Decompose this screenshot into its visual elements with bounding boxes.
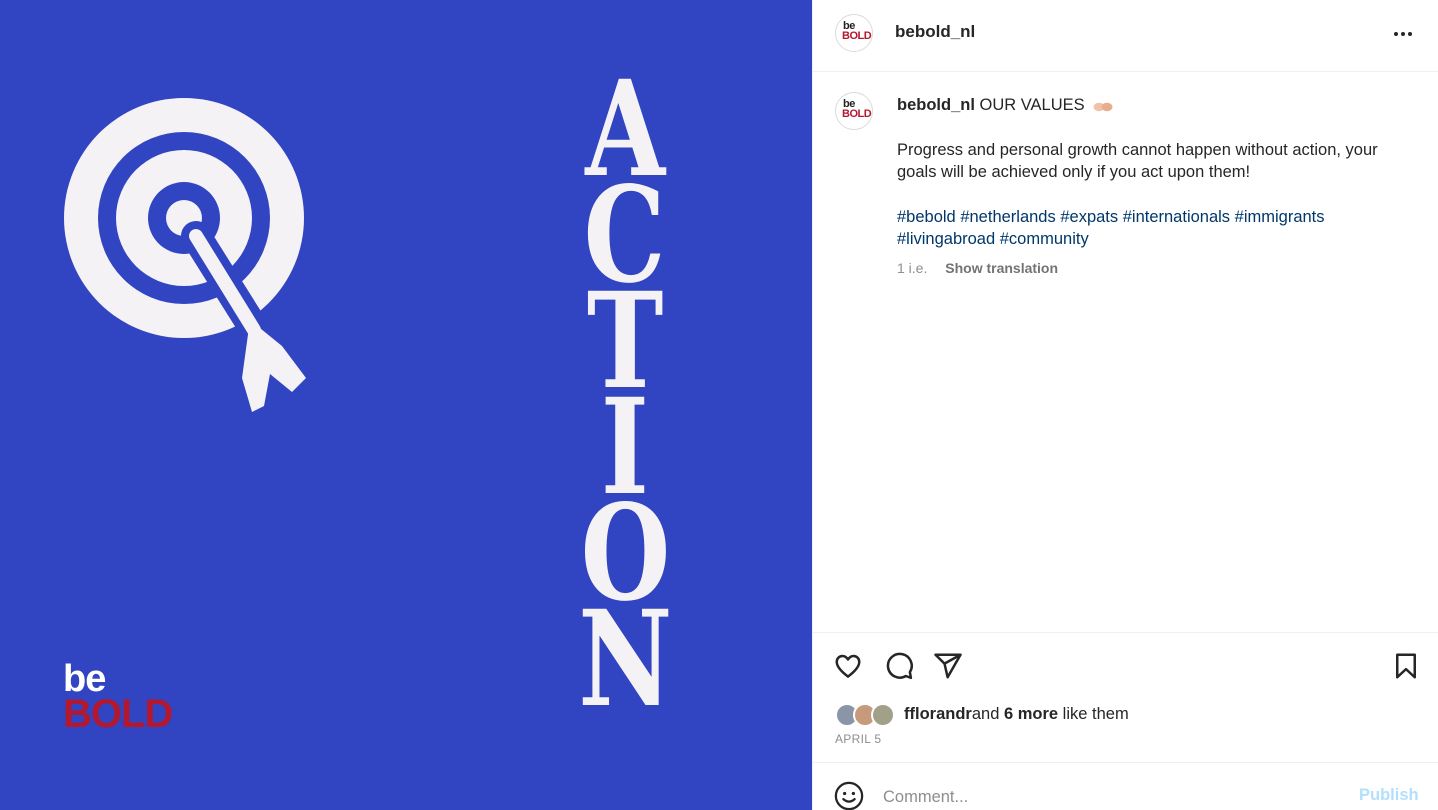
caption-text: bebold_nl OUR VALUES Progress and person… [897,94,1397,251]
post-date[interactable]: APRIL 5 [835,732,881,746]
hashtag-link[interactable]: #netherlands [960,208,1055,226]
caption-headline: OUR VALUES [979,96,1085,114]
hands-emoji-icon [1093,102,1113,112]
hashtag-link[interactable]: #immigrants [1235,208,1325,226]
hashtag-link[interactable]: #bebold [897,208,956,226]
target-arrow-icon [64,98,306,412]
liker-username[interactable]: fflorandr [904,705,972,723]
bebold-logo: be BOLD [63,660,193,740]
caption-body: Progress and personal growth cannot happ… [897,140,1378,182]
action-letter: N [577,582,673,737]
hashtag-link[interactable]: #livingabroad [897,230,995,248]
comment-bar: Publish [813,762,1438,810]
bookmark-icon[interactable] [1390,650,1422,682]
avatar-bold-text: BOLD [842,108,872,120]
post-side-panel: be BOLD bebold_nl be BOLD bebold_nl OUR … [812,0,1438,810]
caption-meta: 1 i.e. Show translation [897,260,1058,276]
more-horizontal-icon[interactable] [1389,22,1417,46]
likes-and-text: and [971,705,1000,723]
comment-input[interactable] [883,785,1343,809]
caption-avatar[interactable]: be BOLD [835,92,873,130]
likes-more-link[interactable]: 6 more [1004,705,1058,723]
actions-bar: fflorandrand 6 more like them APRIL 5 [813,632,1438,762]
hashtag-link[interactable]: #community [1000,230,1089,248]
post-header: be BOLD bebold_nl [813,0,1438,72]
avatar-bold-text: BOLD [842,30,872,42]
post-image[interactable]: A C T I O N be BOLD [0,0,812,810]
post-time: 1 i.e. [897,260,928,276]
header-username[interactable]: bebold_nl [895,22,975,42]
avatar[interactable]: be BOLD [835,14,873,52]
send-icon[interactable] [932,650,964,682]
publish-button[interactable]: Publish [1359,786,1419,805]
comment-icon[interactable] [883,650,915,682]
caption-headline-row: bebold_nl OUR VALUES [897,94,1397,117]
emoji-icon[interactable] [834,781,864,810]
logo-bold-text: BOLD [63,692,173,736]
show-translation-button[interactable]: Show translation [945,260,1058,276]
hashtag-link[interactable]: #internationals [1123,208,1230,226]
likes-suffix: like them [1062,705,1129,723]
heart-icon[interactable] [832,650,864,682]
likes-text: fflorandrand 6 more like them [904,705,1129,724]
caption-area: be BOLD bebold_nl OUR VALUES Progress an… [813,72,1438,632]
hashtags: #bebold #netherlands #expats #internatio… [897,206,1397,251]
action-headline: A C T I O N [560,64,690,737]
likes-row: fflorandrand 6 more like them [835,703,1415,733]
liker-avatars[interactable] [835,703,901,729]
caption-username[interactable]: bebold_nl [897,96,975,114]
hashtag-link[interactable]: #expats [1060,208,1118,226]
liker-avatar [871,703,895,727]
